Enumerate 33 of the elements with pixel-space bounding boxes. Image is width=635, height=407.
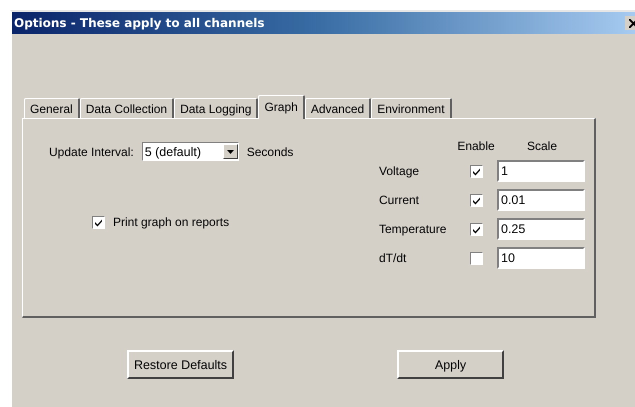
scale-field[interactable]: 10 xyxy=(497,247,585,269)
checkbox[interactable] xyxy=(470,194,482,206)
checkbox-label: Print graph on reports xyxy=(113,215,230,229)
checkbox[interactable] xyxy=(470,164,482,178)
interval-dropdown[interactable]: 5 (default) xyxy=(142,142,239,161)
tab[interactable]: Data Collection xyxy=(80,98,174,118)
checkbox[interactable] xyxy=(92,216,105,228)
tab[interactable]: Graph xyxy=(258,95,305,119)
scale-field[interactable]: 1 xyxy=(497,160,585,182)
checkbox[interactable] xyxy=(470,222,482,236)
column-header: Scale xyxy=(526,139,558,153)
dialog-button[interactable]: Apply xyxy=(397,350,504,379)
tab[interactable]: Advanced xyxy=(304,98,372,118)
tab[interactable]: Data Logging xyxy=(174,98,258,118)
field-label: Update Interval: xyxy=(49,144,134,158)
scale-field[interactable]: 0.01 xyxy=(497,189,585,211)
check-icon xyxy=(472,224,480,234)
unit-label: Seconds xyxy=(246,144,294,158)
window-title: Options - These apply to all channels xyxy=(14,16,265,30)
check-icon xyxy=(472,166,480,176)
tab[interactable]: Environment xyxy=(371,98,452,118)
channel-label: Voltage xyxy=(379,164,420,178)
tab[interactable]: General xyxy=(24,98,80,118)
channel-label: Current xyxy=(379,193,420,207)
close-icon[interactable] xyxy=(625,16,635,30)
scale-field[interactable]: 0.25 xyxy=(497,218,585,240)
check-icon xyxy=(94,218,103,226)
checkbox[interactable] xyxy=(470,252,482,264)
channel-label: dT/dt xyxy=(379,251,408,265)
dialog-button[interactable]: Restore Defaults xyxy=(127,350,234,379)
check-icon xyxy=(472,196,480,204)
channel-label: Temperature xyxy=(379,222,448,236)
column-header: Enable xyxy=(457,139,495,153)
